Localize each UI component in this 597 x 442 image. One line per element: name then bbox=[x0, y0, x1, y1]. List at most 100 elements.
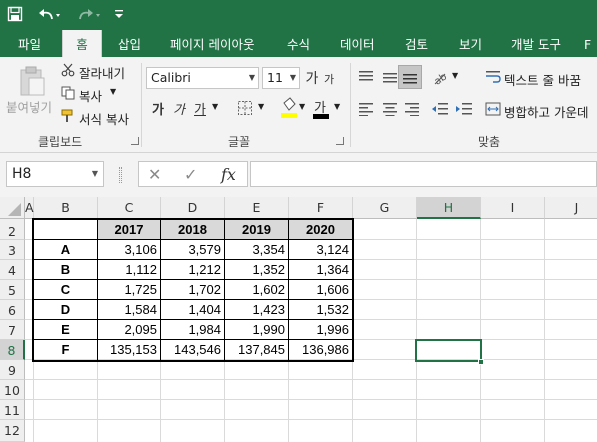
font-size-select[interactable]: 11 ▼ bbox=[262, 67, 300, 89]
value-cell[interactable]: 1,532 bbox=[289, 300, 352, 320]
align-bottom-icon[interactable] bbox=[398, 65, 422, 89]
tab-developer[interactable]: 개발 도구 bbox=[511, 30, 561, 57]
formula-bar-splitter[interactable] bbox=[119, 167, 122, 183]
value-cell[interactable]: 3,354 bbox=[225, 240, 288, 260]
value-cell[interactable]: 1,584 bbox=[98, 300, 160, 320]
tab-more[interactable]: F bbox=[584, 30, 591, 57]
grow-font-button[interactable]: 가 bbox=[304, 69, 320, 87]
paste-icon[interactable] bbox=[14, 63, 50, 99]
align-left-icon[interactable] bbox=[356, 99, 376, 119]
row-label-cell[interactable]: C bbox=[34, 280, 97, 300]
formula-input[interactable] bbox=[250, 161, 597, 187]
column-header-b[interactable]: B bbox=[34, 197, 98, 219]
column-header-i[interactable]: I bbox=[481, 197, 545, 219]
underline-dropdown-icon[interactable]: ▼ bbox=[212, 102, 218, 111]
column-header-d[interactable]: D bbox=[161, 197, 225, 219]
borders-icon[interactable] bbox=[236, 99, 254, 117]
column-header-c[interactable]: C bbox=[98, 197, 161, 219]
insert-function-button[interactable]: fx bbox=[221, 165, 236, 184]
row-header-5[interactable]: 5 bbox=[0, 280, 25, 300]
column-header-j[interactable]: J bbox=[545, 197, 597, 219]
fill-color-icon[interactable] bbox=[280, 97, 298, 119]
value-cell[interactable]: 2,095 bbox=[98, 320, 160, 340]
clipboard-launcher-icon[interactable] bbox=[131, 137, 139, 145]
enter-button[interactable]: ✓ bbox=[184, 165, 197, 184]
value-cell[interactable]: 1,984 bbox=[161, 320, 224, 340]
value-cell[interactable]: 1,702 bbox=[161, 280, 224, 300]
table-header-cell[interactable]: 2017 bbox=[98, 220, 160, 240]
format-painter-button[interactable]: 서식 복사 bbox=[79, 109, 129, 128]
customize-icon[interactable] bbox=[112, 4, 126, 24]
value-cell[interactable]: 1,352 bbox=[225, 260, 288, 280]
row-label-cell[interactable]: E bbox=[34, 320, 97, 340]
redo-icon[interactable] bbox=[74, 4, 106, 24]
save-icon[interactable] bbox=[4, 4, 26, 24]
tab-page-layout[interactable]: 페이지 레이아웃 bbox=[170, 30, 254, 57]
value-cell[interactable]: 1,606 bbox=[289, 280, 352, 300]
tab-data[interactable]: 데이터 bbox=[340, 30, 375, 57]
value-cell[interactable]: 135,153 bbox=[98, 340, 160, 360]
row-label-cell[interactable]: F bbox=[34, 340, 97, 360]
shrink-font-button[interactable]: 가 bbox=[322, 71, 336, 87]
copy-button[interactable]: 복사 bbox=[79, 86, 102, 105]
row-header-10[interactable]: 10 bbox=[0, 380, 25, 400]
value-cell[interactable]: 3,124 bbox=[289, 240, 352, 260]
cut-button[interactable]: 잘라내기 bbox=[79, 63, 125, 82]
borders-dropdown-icon[interactable]: ▼ bbox=[258, 102, 264, 111]
underline-button[interactable]: 가 bbox=[192, 99, 208, 118]
row-header-9[interactable]: 9 bbox=[0, 360, 25, 380]
tab-view[interactable]: 보기 bbox=[459, 30, 482, 57]
row-header-2[interactable]: 2 bbox=[0, 219, 25, 240]
value-cell[interactable]: 1,423 bbox=[225, 300, 288, 320]
row-header-7[interactable]: 7 bbox=[0, 320, 25, 340]
row-header-3[interactable]: 3 bbox=[0, 240, 25, 260]
select-all-corner[interactable] bbox=[0, 197, 25, 219]
row-label-cell[interactable]: A bbox=[34, 240, 97, 260]
orientation-icon[interactable]: ab bbox=[430, 67, 450, 87]
tab-home[interactable]: 홈 bbox=[62, 30, 102, 57]
copy-dropdown-icon[interactable]: ▼ bbox=[110, 87, 116, 96]
row-header-11[interactable]: 11 bbox=[0, 400, 25, 420]
row-header-8[interactable]: 8 bbox=[0, 340, 25, 360]
value-cell[interactable]: 1,404 bbox=[161, 300, 224, 320]
value-cell[interactable]: 143,546 bbox=[161, 340, 224, 360]
table-header-cell[interactable]: 2020 bbox=[289, 220, 352, 240]
align-center-icon[interactable] bbox=[380, 99, 400, 119]
column-header-f[interactable]: F bbox=[289, 197, 353, 219]
value-cell[interactable]: 1,112 bbox=[98, 260, 160, 280]
value-cell[interactable]: 136,986 bbox=[289, 340, 352, 360]
value-cell[interactable]: 1,725 bbox=[98, 280, 160, 300]
align-top-icon[interactable] bbox=[356, 67, 376, 87]
value-cell[interactable]: 1,602 bbox=[225, 280, 288, 300]
row-label-cell[interactable]: D bbox=[34, 300, 97, 320]
table-header-cell[interactable]: 2019 bbox=[225, 220, 288, 240]
cancel-button[interactable]: ✕ bbox=[148, 165, 161, 184]
fill-handle[interactable] bbox=[478, 359, 484, 365]
column-header-a[interactable]: A bbox=[25, 197, 34, 219]
tab-file[interactable]: 파일 bbox=[18, 30, 41, 57]
italic-button[interactable]: 가 bbox=[171, 99, 187, 118]
column-header-e[interactable]: E bbox=[225, 197, 289, 219]
row-header-12[interactable]: 12 bbox=[0, 420, 25, 442]
font-color-icon[interactable]: 가 bbox=[312, 97, 330, 119]
row-label-cell[interactable]: B bbox=[34, 260, 97, 280]
orientation-dropdown-icon[interactable]: ▼ bbox=[452, 71, 458, 80]
fill-color-dropdown-icon[interactable]: ▼ bbox=[299, 102, 305, 111]
font-launcher-icon[interactable] bbox=[336, 137, 344, 145]
value-cell[interactable]: 1,364 bbox=[289, 260, 352, 280]
row-header-4[interactable]: 4 bbox=[0, 260, 25, 280]
bold-button[interactable]: 가 bbox=[150, 99, 166, 118]
value-cell[interactable]: 3,579 bbox=[161, 240, 224, 260]
merge-center-button[interactable]: 병합하고 가운데 bbox=[504, 102, 588, 121]
wrap-text-button[interactable]: 텍스트 줄 바꿈 bbox=[504, 70, 581, 89]
tab-formulas[interactable]: 수식 bbox=[287, 30, 310, 57]
table-header-cell[interactable]: 2018 bbox=[161, 220, 224, 240]
value-cell[interactable]: 1,212 bbox=[161, 260, 224, 280]
table-corner-cell[interactable] bbox=[34, 220, 97, 240]
font-color-dropdown-icon[interactable]: ▼ bbox=[334, 102, 340, 111]
column-header-g[interactable]: G bbox=[353, 197, 417, 219]
value-cell[interactable]: 1,996 bbox=[289, 320, 352, 340]
name-box[interactable]: H8 ▼ bbox=[6, 161, 104, 187]
tab-insert[interactable]: 삽입 bbox=[118, 30, 141, 57]
value-cell[interactable]: 1,990 bbox=[225, 320, 288, 340]
